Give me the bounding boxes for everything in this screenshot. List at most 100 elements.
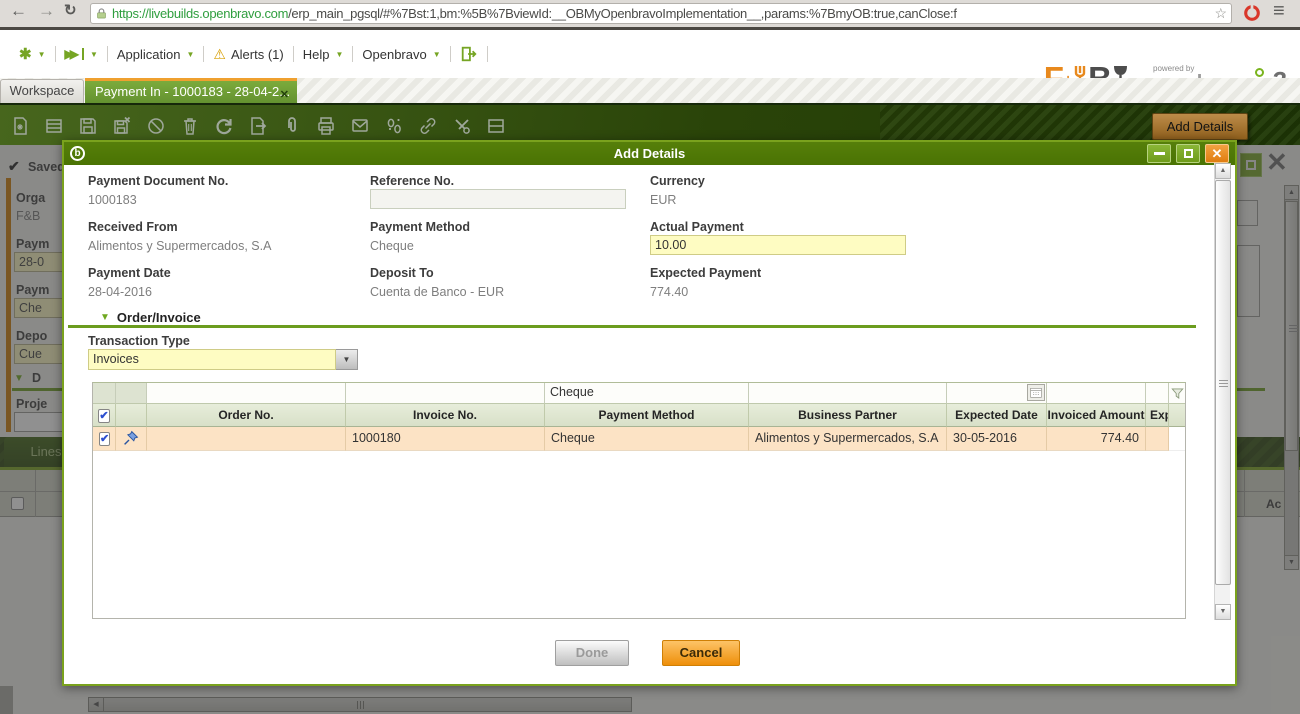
app-menubar: ✱ ▼ ▶▶ ▼ Application ▼ ⚠ Alerts (1) Help xyxy=(0,30,1300,78)
order-invoice-section-toggle[interactable]: ▼ Order/Invoice xyxy=(100,310,201,325)
header-pin-cell xyxy=(116,404,147,427)
back-icon[interactable]: ← xyxy=(10,1,27,21)
browser-chrome: ← → ↻ https://livebuilds.openbravo.com/e… xyxy=(0,0,1300,30)
menu-workspace[interactable]: ✱ ▼ xyxy=(10,45,55,63)
cell-invoice-no[interactable]: 1000180 xyxy=(346,427,545,451)
header-invoice-no[interactable]: Invoice No. xyxy=(346,404,545,427)
expected-payment-value: 774.40 xyxy=(650,285,688,299)
chevron-down-icon: ▼ xyxy=(187,50,195,59)
new-record-button[interactable] xyxy=(6,112,34,140)
modal-header[interactable]: b Add Details ✕ xyxy=(64,142,1235,165)
maximize-button[interactable] xyxy=(1176,144,1200,163)
link-icon xyxy=(418,116,438,136)
cancel-button[interactable]: Cancel xyxy=(662,640,740,666)
url-bar[interactable]: https://livebuilds.openbravo.com/erp_mai… xyxy=(90,3,1232,24)
header-payment-method[interactable]: Payment Method xyxy=(545,404,749,427)
bookmark-star-icon[interactable]: ☆ xyxy=(1214,5,1227,22)
row-checkbox-cell[interactable]: ✔ xyxy=(93,427,116,451)
cell-order-no[interactable] xyxy=(147,427,346,451)
filter-exp[interactable] xyxy=(1146,383,1169,404)
payment-method-label: Payment Method xyxy=(370,220,470,234)
order-invoice-section-title: Order/Invoice xyxy=(117,310,201,325)
select-all-checkbox-cell[interactable]: ✔ xyxy=(93,404,116,427)
header-exp[interactable]: Exp xyxy=(1146,404,1169,427)
select-all-checkbox[interactable]: ✔ xyxy=(98,409,109,423)
tab-payment-in[interactable]: Payment In - 1000183 - 28-04-2... ✕ xyxy=(85,78,297,103)
tools-button[interactable] xyxy=(448,112,476,140)
row-checkbox[interactable]: ✔ xyxy=(99,432,110,446)
done-button[interactable]: Done xyxy=(555,640,629,666)
refresh-button[interactable] xyxy=(210,112,238,140)
email-button[interactable] xyxy=(346,112,374,140)
link-button[interactable] xyxy=(414,112,442,140)
cell-payment-method[interactable]: Cheque xyxy=(545,427,749,451)
cell-exp[interactable] xyxy=(1146,427,1169,451)
filter-invoiced-amount[interactable] xyxy=(1047,383,1146,404)
print-button[interactable] xyxy=(312,112,340,140)
menu-alerts-label: Alerts (1) xyxy=(231,47,284,62)
menu-help[interactable]: Help ▼ xyxy=(294,47,353,62)
scroll-down-icon[interactable]: ▼ xyxy=(1215,604,1231,620)
new-document-icon xyxy=(10,116,30,136)
export-button[interactable] xyxy=(244,112,272,140)
transaction-type-label: Transaction Type xyxy=(88,334,190,348)
form-grid-toggle-button[interactable] xyxy=(40,112,68,140)
cell-business-partner[interactable]: Alimentos y Supermercados, S.A xyxy=(749,427,947,451)
scroll-up-icon[interactable]: ▲ xyxy=(1215,163,1231,179)
calendar-icon[interactable] xyxy=(1027,384,1045,401)
attachment-button[interactable] xyxy=(278,112,306,140)
menu-openbravo[interactable]: Openbravo ▼ xyxy=(353,47,449,62)
collapse-triangle-icon: ▼ xyxy=(100,312,110,323)
record-toolbar xyxy=(0,103,1300,145)
save-icon xyxy=(78,116,98,136)
filter-payment-method[interactable]: Cheque xyxy=(545,383,749,404)
filter-expected-date[interactable] xyxy=(947,383,1047,404)
actual-payment-input[interactable] xyxy=(650,235,906,255)
grid-data-row[interactable]: ✔ 1000180 Cheque Alimentos y Supermercad… xyxy=(93,427,1185,451)
cell-expected-date[interactable]: 30-05-2016 xyxy=(947,427,1047,451)
trash-icon xyxy=(180,116,200,136)
header-business-partner[interactable]: Business Partner xyxy=(749,404,947,427)
menu-help-label: Help xyxy=(303,47,330,62)
header-invoiced-amount[interactable]: Invoiced Amount xyxy=(1047,404,1146,427)
minimize-button[interactable] xyxy=(1147,144,1171,163)
invoices-grid: Cheque ✔ Order No. Invoice No. Payme xyxy=(92,382,1186,619)
window-button[interactable] xyxy=(482,112,510,140)
forward-icon[interactable]: → xyxy=(38,1,55,21)
delete-button[interactable] xyxy=(176,112,204,140)
header-expected-date[interactable]: Expected Date xyxy=(947,404,1047,427)
payment-document-no-label: Payment Document No. xyxy=(88,174,228,188)
tab-payment-in-label: Payment In - 1000183 - 28-04-2... xyxy=(95,84,290,99)
adblock-icon[interactable] xyxy=(1243,4,1261,25)
filter-cell-checkbox xyxy=(93,383,116,404)
reference-no-input[interactable] xyxy=(370,189,626,209)
received-from-value: Alimentos y Supermercados, S.A xyxy=(88,239,271,253)
transaction-type-select[interactable]: Invoices ▼ xyxy=(88,349,358,370)
browser-menu-icon[interactable]: ≡ xyxy=(1273,0,1285,23)
logout-icon xyxy=(460,45,478,63)
scrollbar-thumb[interactable] xyxy=(1215,180,1231,585)
save-close-button[interactable] xyxy=(108,112,136,140)
deposit-to-value: Cuenta de Banco - EUR xyxy=(370,285,504,299)
audit-trail-button[interactable] xyxy=(380,112,408,140)
filter-business-partner[interactable] xyxy=(749,383,947,404)
logout-button[interactable] xyxy=(451,45,487,63)
combo-arrow-icon[interactable]: ▼ xyxy=(336,349,358,370)
reload-icon[interactable]: ↻ xyxy=(64,1,77,19)
undo-button[interactable] xyxy=(142,112,170,140)
grid-view-icon xyxy=(44,116,64,136)
filter-invoice-no[interactable] xyxy=(346,383,545,404)
menu-alerts[interactable]: ⚠ Alerts (1) xyxy=(204,46,292,63)
header-order-no[interactable]: Order No. xyxy=(147,404,346,427)
modal-scrollbar[interactable]: ▲ ▼ xyxy=(1214,163,1230,620)
filter-order-no[interactable] xyxy=(147,383,346,404)
add-details-button[interactable]: Add Details xyxy=(1152,113,1248,140)
grid-funnel-button[interactable] xyxy=(1169,383,1185,404)
menu-application[interactable]: Application ▼ xyxy=(108,47,204,62)
menu-quick-launch[interactable]: ▶▶ ▼ xyxy=(56,47,107,61)
save-button[interactable] xyxy=(74,112,102,140)
close-button[interactable]: ✕ xyxy=(1205,144,1229,163)
payment-date-value: 28-04-2016 xyxy=(88,285,152,299)
tab-workspace[interactable]: Workspace xyxy=(0,79,84,103)
cell-invoiced-amount[interactable]: 774.40 xyxy=(1047,427,1146,451)
